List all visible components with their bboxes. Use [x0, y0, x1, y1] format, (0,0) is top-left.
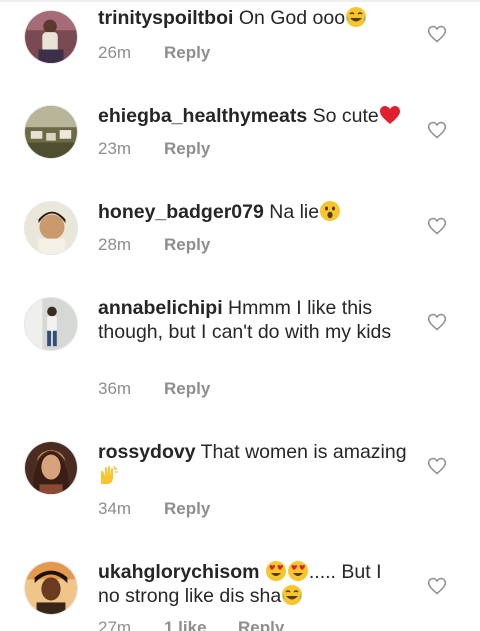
heart-outline-icon[interactable] — [427, 576, 447, 596]
comment-text: ukahglorychisom ..... But I no strong li… — [98, 560, 408, 608]
reply-button[interactable]: Reply — [164, 235, 210, 254]
avatar[interactable] — [24, 105, 78, 159]
comment-meta: 36m Reply — [98, 379, 210, 399]
comment-text: annabelichipi Hmmm I like this though, b… — [98, 296, 408, 344]
avatar[interactable] — [24, 441, 78, 495]
comments-list: trinityspoiltboi On God ooo 26m Reply ehi… — [0, 0, 480, 631]
comment-username[interactable]: honey_badger079 — [98, 201, 264, 223]
comment-message: On God ooo — [238, 7, 346, 29]
comment-username[interactable]: trinityspoiltboi — [98, 7, 233, 29]
comment-meta: 23m Reply — [98, 139, 210, 159]
heart-outline-icon[interactable] — [427, 312, 447, 332]
comment-meta: 26m Reply — [98, 43, 210, 63]
comment-message: Na lie — [269, 201, 320, 223]
comment-meta: 34m Reply — [98, 499, 210, 519]
avatar[interactable] — [24, 10, 78, 64]
comment-text: honey_badger079 Na lie — [98, 200, 408, 224]
reply-button[interactable]: Reply — [238, 618, 284, 631]
comment-time: 36m — [98, 379, 132, 398]
heart-outline-icon[interactable] — [427, 216, 447, 236]
heart-eyes-emoji-icon — [287, 561, 308, 581]
heart-eyes-emoji-icon — [265, 561, 286, 581]
comment-time: 26m — [98, 43, 132, 62]
reply-button[interactable]: Reply — [164, 139, 210, 158]
astonished-face-emoji-icon — [320, 201, 341, 221]
comment-time: 23m — [98, 139, 132, 158]
comment-text: trinityspoiltboi On God ooo — [98, 6, 408, 30]
comment-time: 28m — [98, 235, 132, 254]
laugh-crying-emoji-icon — [282, 585, 303, 605]
comment-meta: 28m Reply — [98, 235, 210, 255]
comment-message: That women is amazing — [200, 441, 407, 463]
laugh-crying-emoji-icon — [346, 7, 367, 27]
avatar[interactable] — [24, 201, 78, 255]
heart-outline-icon[interactable] — [427, 456, 447, 476]
avatar[interactable] — [24, 561, 78, 615]
likes-count[interactable]: 1 like — [164, 618, 238, 631]
heart-outline-icon[interactable] — [427, 120, 447, 140]
avatar[interactable] — [24, 297, 78, 351]
comment-time: 27m — [98, 618, 132, 631]
reply-button[interactable]: Reply — [164, 379, 210, 398]
comment-username[interactable]: ukahglorychisom — [98, 561, 259, 583]
comment-username[interactable]: rossydovy — [98, 441, 196, 463]
reply-button[interactable]: Reply — [164, 499, 210, 518]
raising-hands-emoji-icon — [101, 465, 118, 484]
heart-outline-icon[interactable] — [427, 24, 447, 44]
red-heart-emoji-icon — [379, 106, 400, 124]
reply-button[interactable]: Reply — [164, 43, 210, 62]
comment-meta: 27m 1 like Reply — [98, 618, 284, 631]
comment-text: rossydovy That women is amazing — [98, 440, 408, 488]
comment-username[interactable]: ehiegba_healthymeats — [98, 105, 307, 127]
comment-text: ehiegba_healthymeats So cute — [98, 104, 408, 128]
comment-username[interactable]: annabelichipi — [98, 297, 223, 319]
comment-time: 34m — [98, 499, 132, 518]
comment-message: So cute — [312, 105, 379, 127]
